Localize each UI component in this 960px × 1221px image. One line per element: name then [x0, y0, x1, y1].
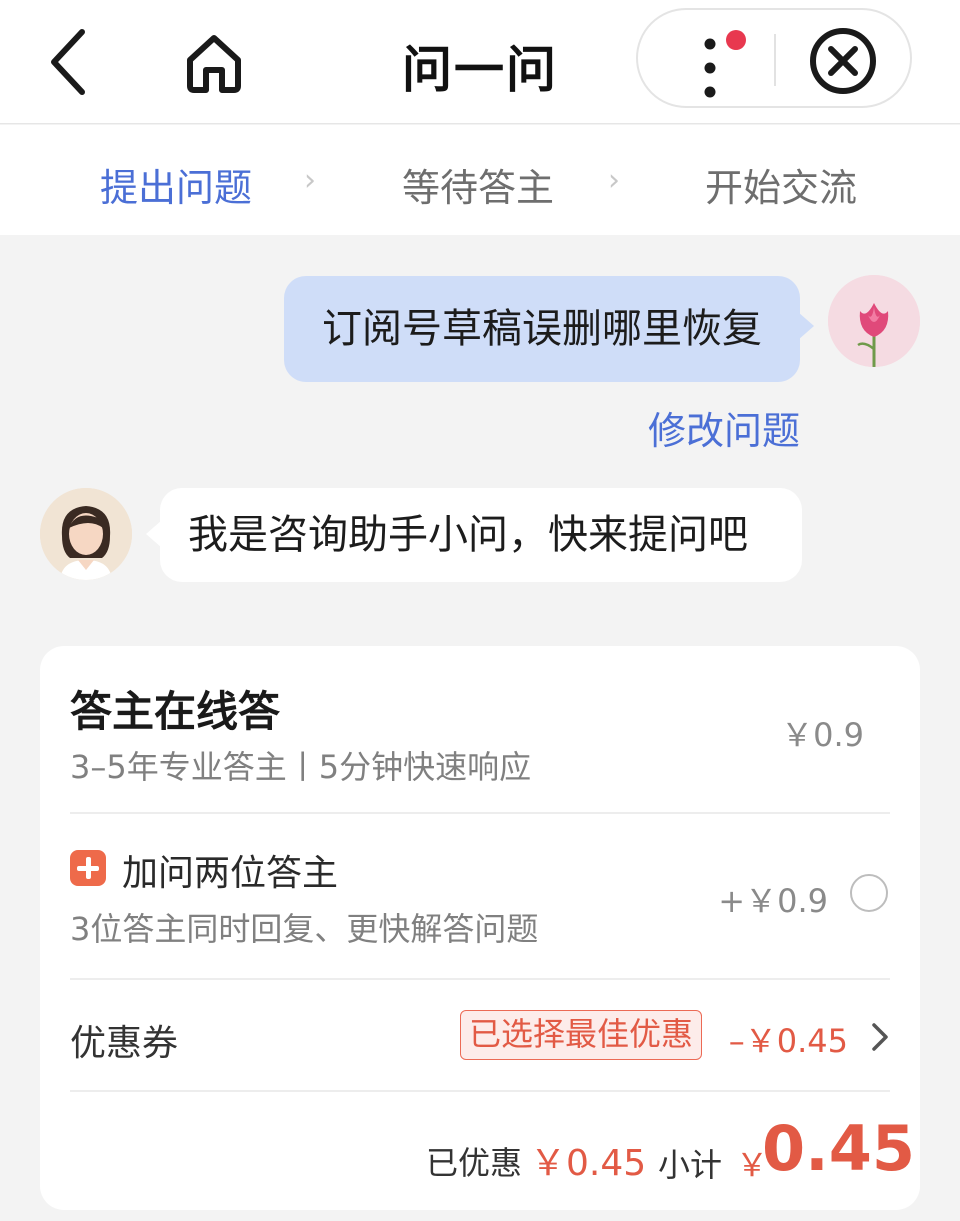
- service-card: 答主在线答 3–5年专业答主丨5分钟快速响应 ￥0.9 加问两位答主 3位答主同…: [40, 646, 920, 1210]
- capsule-divider: [774, 34, 776, 86]
- step-wait-answerer: 等待答主: [402, 166, 555, 210]
- coupon-badge[interactable]: 已选择最佳优惠: [460, 1010, 703, 1060]
- plus-icon: [70, 850, 106, 886]
- coupon-chevron-right-icon[interactable]: [868, 1020, 892, 1054]
- edit-question-link[interactable]: 修改问题: [600, 400, 800, 455]
- assistant-avatar: [40, 488, 132, 580]
- more-button[interactable]: [684, 18, 774, 102]
- more-dots-icon: [704, 30, 746, 98]
- service-title: 答主在线答: [70, 687, 281, 736]
- saved-amount: ￥0.45: [530, 1143, 647, 1184]
- subtotal-label: 小计: [658, 1146, 723, 1184]
- addon-radio[interactable]: [850, 874, 888, 912]
- chevron-right-icon: ›: [304, 163, 316, 198]
- close-button[interactable]: [804, 22, 882, 100]
- saved-label: 已优惠: [426, 1144, 523, 1182]
- user-question-bubble: 订阅号草稿误删哪里恢复: [284, 276, 814, 382]
- addon-subtitle: 3位答主同时回复、更快解答问题: [70, 910, 539, 948]
- service-price: ￥0.9: [781, 716, 864, 754]
- top-bar: 问一问: [0, 0, 960, 124]
- addon-title: 加问两位答主: [122, 853, 339, 894]
- user-avatar: [828, 275, 920, 367]
- coupon-label: 优惠券: [70, 1023, 179, 1064]
- close-circle-icon: [810, 28, 876, 94]
- addon-price: +￥0.9: [718, 882, 828, 920]
- coupon-amount[interactable]: –￥0.45: [729, 1016, 848, 1062]
- step-ask-question: 提出问题: [100, 166, 253, 210]
- mini-program-capsule: [636, 8, 912, 108]
- notification-dot: [726, 30, 746, 50]
- assistant-message-bubble: 我是咨询助手小问，快来提问吧: [146, 488, 802, 582]
- progress-steps: 提出问题 › 等待答主 › 开始交流: [0, 125, 960, 235]
- tulip-avatar-image: [828, 275, 920, 367]
- divider: [70, 978, 890, 980]
- chevron-right-icon: ›: [608, 163, 620, 198]
- step-start-chat: 开始交流: [705, 166, 858, 210]
- service-subtitle: 3–5年专业答主丨5分钟快速响应: [70, 748, 532, 786]
- subtotal-amount: 0.45: [762, 1112, 915, 1185]
- chevron-right-icon: [872, 1023, 888, 1051]
- divider: [70, 812, 890, 814]
- assistant-portrait-image: [40, 488, 132, 580]
- divider: [70, 1090, 890, 1092]
